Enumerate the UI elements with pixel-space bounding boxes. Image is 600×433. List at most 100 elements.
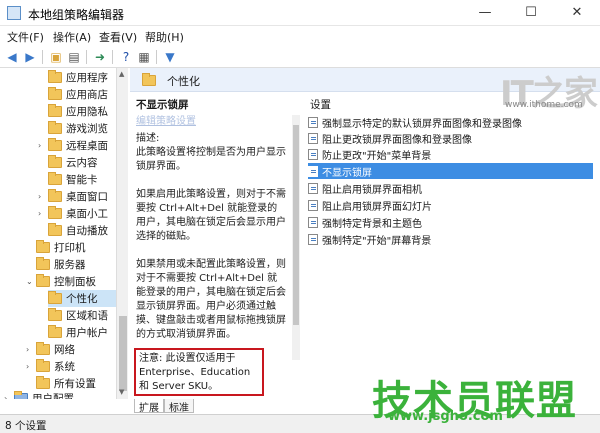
list-item-label: 防止更改"开始"菜单背景 — [322, 150, 432, 162]
desc-enabled-paragraph: 如果启用此策略设置，则对于不需要按 Ctrl+Alt+Del 就能登录的用户，其… — [136, 189, 286, 242]
scroll-thumb[interactable] — [293, 125, 299, 325]
tree-item[interactable]: › 远程桌面 — [38, 137, 108, 154]
folder-icon — [48, 87, 62, 100]
tree-item[interactable]: 打印机 — [36, 239, 86, 256]
tree-item[interactable]: › 桌面窗口 — [38, 188, 108, 205]
folder-icon — [48, 172, 62, 185]
list-item[interactable]: 阻止启用锁屏界面幻灯片 — [308, 197, 593, 213]
expand-arrow-icon[interactable]: › — [38, 209, 48, 218]
tree-item-label: 应用商店 — [66, 89, 108, 101]
list-item-label: 强制特定"开始"屏幕背景 — [322, 235, 432, 247]
list-column-header[interactable]: 设置 — [310, 97, 331, 112]
tree-item[interactable]: › 桌面小工 — [38, 205, 108, 222]
expand-arrow-icon[interactable]: › — [26, 362, 36, 371]
list-item[interactable]: 防止更改"开始"菜单背景 — [308, 146, 593, 162]
expand-arrow-icon[interactable]: › — [38, 141, 48, 150]
desc-disabled-paragraph: 如果禁用或未配置此策略设置，则对于不需要按 Ctrl+Alt+Del 就能登录的… — [136, 259, 286, 340]
tree-item-label: 桌面小工 — [66, 208, 108, 220]
list-item[interactable]: 阻止启用锁屏界面相机 — [308, 180, 593, 196]
expand-arrow-icon[interactable]: › — [38, 192, 48, 201]
tree-item-label: 区域和语 — [66, 310, 108, 322]
folder-icon — [48, 189, 62, 202]
forward-arrow-icon[interactable]: ▶ — [22, 49, 38, 65]
toolbar-divider — [112, 50, 113, 64]
policy-setting-icon — [308, 216, 318, 228]
tree-item[interactable]: 智能卡 — [48, 171, 98, 188]
tab-extended[interactable]: 扩展 — [134, 399, 164, 414]
tree-item-label: 系统 — [54, 361, 75, 373]
tree-item[interactable]: 应用程序 — [48, 69, 108, 86]
show-hide-tree-icon[interactable]: ▤ — [66, 49, 82, 65]
menu-action[interactable]: 操作(A) — [53, 29, 91, 45]
navigation-tree[interactable]: 应用程序 应用商店 应用隐私 游戏浏览 › 远程桌面 云内容 智能卡 › 桌面窗口 … — [0, 68, 128, 399]
minimize-button[interactable]: — — [462, 0, 508, 26]
scroll-thumb[interactable] — [119, 316, 127, 391]
tree-item[interactable]: › 系统 — [26, 358, 75, 375]
description-scrollbar[interactable] — [292, 115, 300, 360]
list-item[interactable]: 强制特定背景和主题色 — [308, 214, 593, 230]
watermark-url-bottom: www.jsgho.com — [388, 409, 503, 424]
scroll-up-icon[interactable]: ▲ — [119, 70, 124, 78]
policy-setting-icon — [308, 165, 318, 177]
scroll-down-icon[interactable]: ▼ — [119, 388, 124, 396]
tree-item-label: 自动播放 — [66, 225, 108, 237]
folder-icon — [48, 291, 62, 304]
edit-policy-link[interactable]: 编辑策略设置 — [136, 112, 196, 127]
tree-item[interactable]: ⌄ 控制面板 — [26, 273, 96, 290]
menu-help[interactable]: 帮助(H) — [145, 29, 184, 45]
folder-icon — [36, 274, 50, 287]
tree-item-label: 游戏浏览 — [66, 123, 108, 135]
folder-icon — [48, 223, 62, 236]
folder-icon — [48, 121, 62, 134]
folder-icon — [36, 359, 50, 372]
folder-icon — [36, 376, 50, 389]
tree-item-label: 控制面板 — [54, 276, 96, 288]
tree-item-label: 智能卡 — [66, 174, 98, 186]
list-item[interactable]: 阻止更改锁屏界面图像和登录图像 — [308, 130, 593, 146]
policy-setting-icon — [308, 199, 318, 211]
tree-item[interactable]: 应用商店 — [48, 86, 108, 103]
tree-item-user-config[interactable]: › 用户配置 — [4, 390, 74, 399]
tab-standard[interactable]: 标准 — [164, 399, 194, 414]
tree-item[interactable]: 服务器 — [36, 256, 86, 273]
toolbar-divider — [86, 50, 87, 64]
tree-item-personalization[interactable]: 个性化 — [48, 290, 116, 307]
list-item[interactable]: 强制特定"开始"屏幕背景 — [308, 231, 593, 247]
tree-item-label: 云内容 — [66, 157, 98, 169]
maximize-button[interactable]: ☐ — [508, 0, 554, 26]
tree-item-label: 所有设置 — [54, 378, 96, 390]
tree-item-label: 网络 — [54, 344, 75, 356]
menu-view[interactable]: 查看(V) — [99, 29, 137, 45]
expand-arrow-icon[interactable]: › — [4, 394, 14, 399]
tree-item[interactable]: 自动播放 — [48, 222, 108, 239]
up-folder-icon[interactable]: ▣ — [48, 49, 64, 65]
list-item-label: 不显示锁屏 — [322, 167, 372, 179]
content-title: 个性化 — [167, 75, 200, 88]
tree-item[interactable]: 用户帐户 — [48, 324, 108, 341]
list-item[interactable]: 强制显示特定的默认锁屏界面图像和登录图像 — [308, 114, 593, 130]
tree-item[interactable]: 区域和语 — [48, 307, 108, 324]
menu-file[interactable]: 文件(F) — [7, 29, 44, 45]
filter-icon[interactable]: ▼ — [162, 49, 178, 65]
folder-icon — [48, 308, 62, 321]
list-item-selected[interactable]: 不显示锁屏 — [308, 163, 593, 179]
tree-item[interactable]: 云内容 — [48, 154, 98, 171]
folder-icon — [48, 138, 62, 151]
help-icon[interactable]: ? — [118, 49, 134, 65]
export-list-icon[interactable]: ➜ — [92, 49, 108, 65]
desc-label: 描述: — [136, 133, 160, 144]
close-button[interactable]: ✕ — [554, 0, 600, 26]
tree-scrollbar[interactable]: ▲ ▼ — [116, 68, 128, 399]
list-item-label: 阻止更改锁屏界面图像和登录图像 — [322, 134, 472, 146]
tree-item[interactable]: › 网络 — [26, 341, 75, 358]
tree-item[interactable]: 游戏浏览 — [48, 120, 108, 137]
properties-icon[interactable]: ▦ — [136, 49, 152, 65]
back-arrow-icon[interactable]: ◀ — [4, 49, 20, 65]
expand-arrow-icon[interactable]: › — [26, 345, 36, 354]
policy-title: 不显示锁屏 — [136, 99, 189, 111]
menu-bar: 文件(F) 操作(A) 查看(V) 帮助(H) — [0, 26, 600, 46]
folder-icon — [48, 325, 62, 338]
window-title: 本地组策略编辑器 — [28, 8, 125, 22]
tree-item[interactable]: 应用隐私 — [48, 103, 108, 120]
collapse-arrow-icon[interactable]: ⌄ — [26, 277, 36, 286]
